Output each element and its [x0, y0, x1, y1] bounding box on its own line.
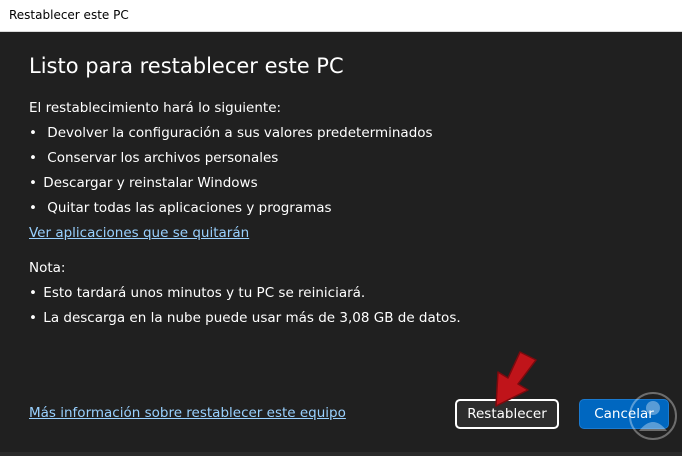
list-item: • Devolver la configuración a sus valore…: [29, 125, 433, 141]
bullet-icon: •: [29, 200, 37, 216]
cancel-button[interactable]: Cancelar: [579, 399, 669, 429]
list-item-text: Devolver la configuración a sus valores …: [47, 125, 433, 141]
bullet-icon: •: [29, 150, 37, 166]
window-title: Restablecer este PC: [9, 8, 129, 22]
list-item: • Conservar los archivos personales: [29, 150, 278, 166]
list-item: • Quitar todas las aplicaciones y progra…: [29, 200, 332, 216]
bullet-icon: •: [29, 175, 37, 191]
bullet-icon: •: [29, 285, 37, 301]
note-item: • Esto tardará unos minutos y tu PC se r…: [29, 285, 365, 301]
note-item: • La descarga en la nube puede usar más …: [29, 310, 461, 326]
note-item-text: La descarga en la nube puede usar más de…: [43, 310, 461, 326]
reset-button[interactable]: Restablecer: [455, 399, 559, 429]
title-bar[interactable]: Restablecer este PC: [0, 0, 682, 32]
intro-text: El restablecimiento hará lo siguiente:: [29, 100, 282, 116]
note-label: Nota:: [29, 260, 66, 276]
bullet-icon: •: [29, 125, 37, 141]
list-item: • Descargar y reinstalar Windows: [29, 175, 258, 191]
more-info-link[interactable]: Más información sobre restablecer este e…: [29, 405, 346, 421]
bullet-icon: •: [29, 310, 37, 326]
list-item-text: Quitar todas las aplicaciones y programa…: [47, 200, 332, 216]
view-removed-apps-link[interactable]: Ver aplicaciones que se quitarán: [29, 225, 249, 241]
note-item-text: Esto tardará unos minutos y tu PC se rei…: [43, 285, 366, 301]
list-item-text: Conservar los archivos personales: [47, 150, 279, 166]
reset-pc-dialog: Restablecer este PC Listo para restablec…: [0, 0, 682, 456]
page-title: Listo para restablecer este PC: [29, 54, 344, 78]
list-item-text: Descargar y reinstalar Windows: [43, 175, 258, 191]
bottom-edge: [0, 452, 682, 456]
